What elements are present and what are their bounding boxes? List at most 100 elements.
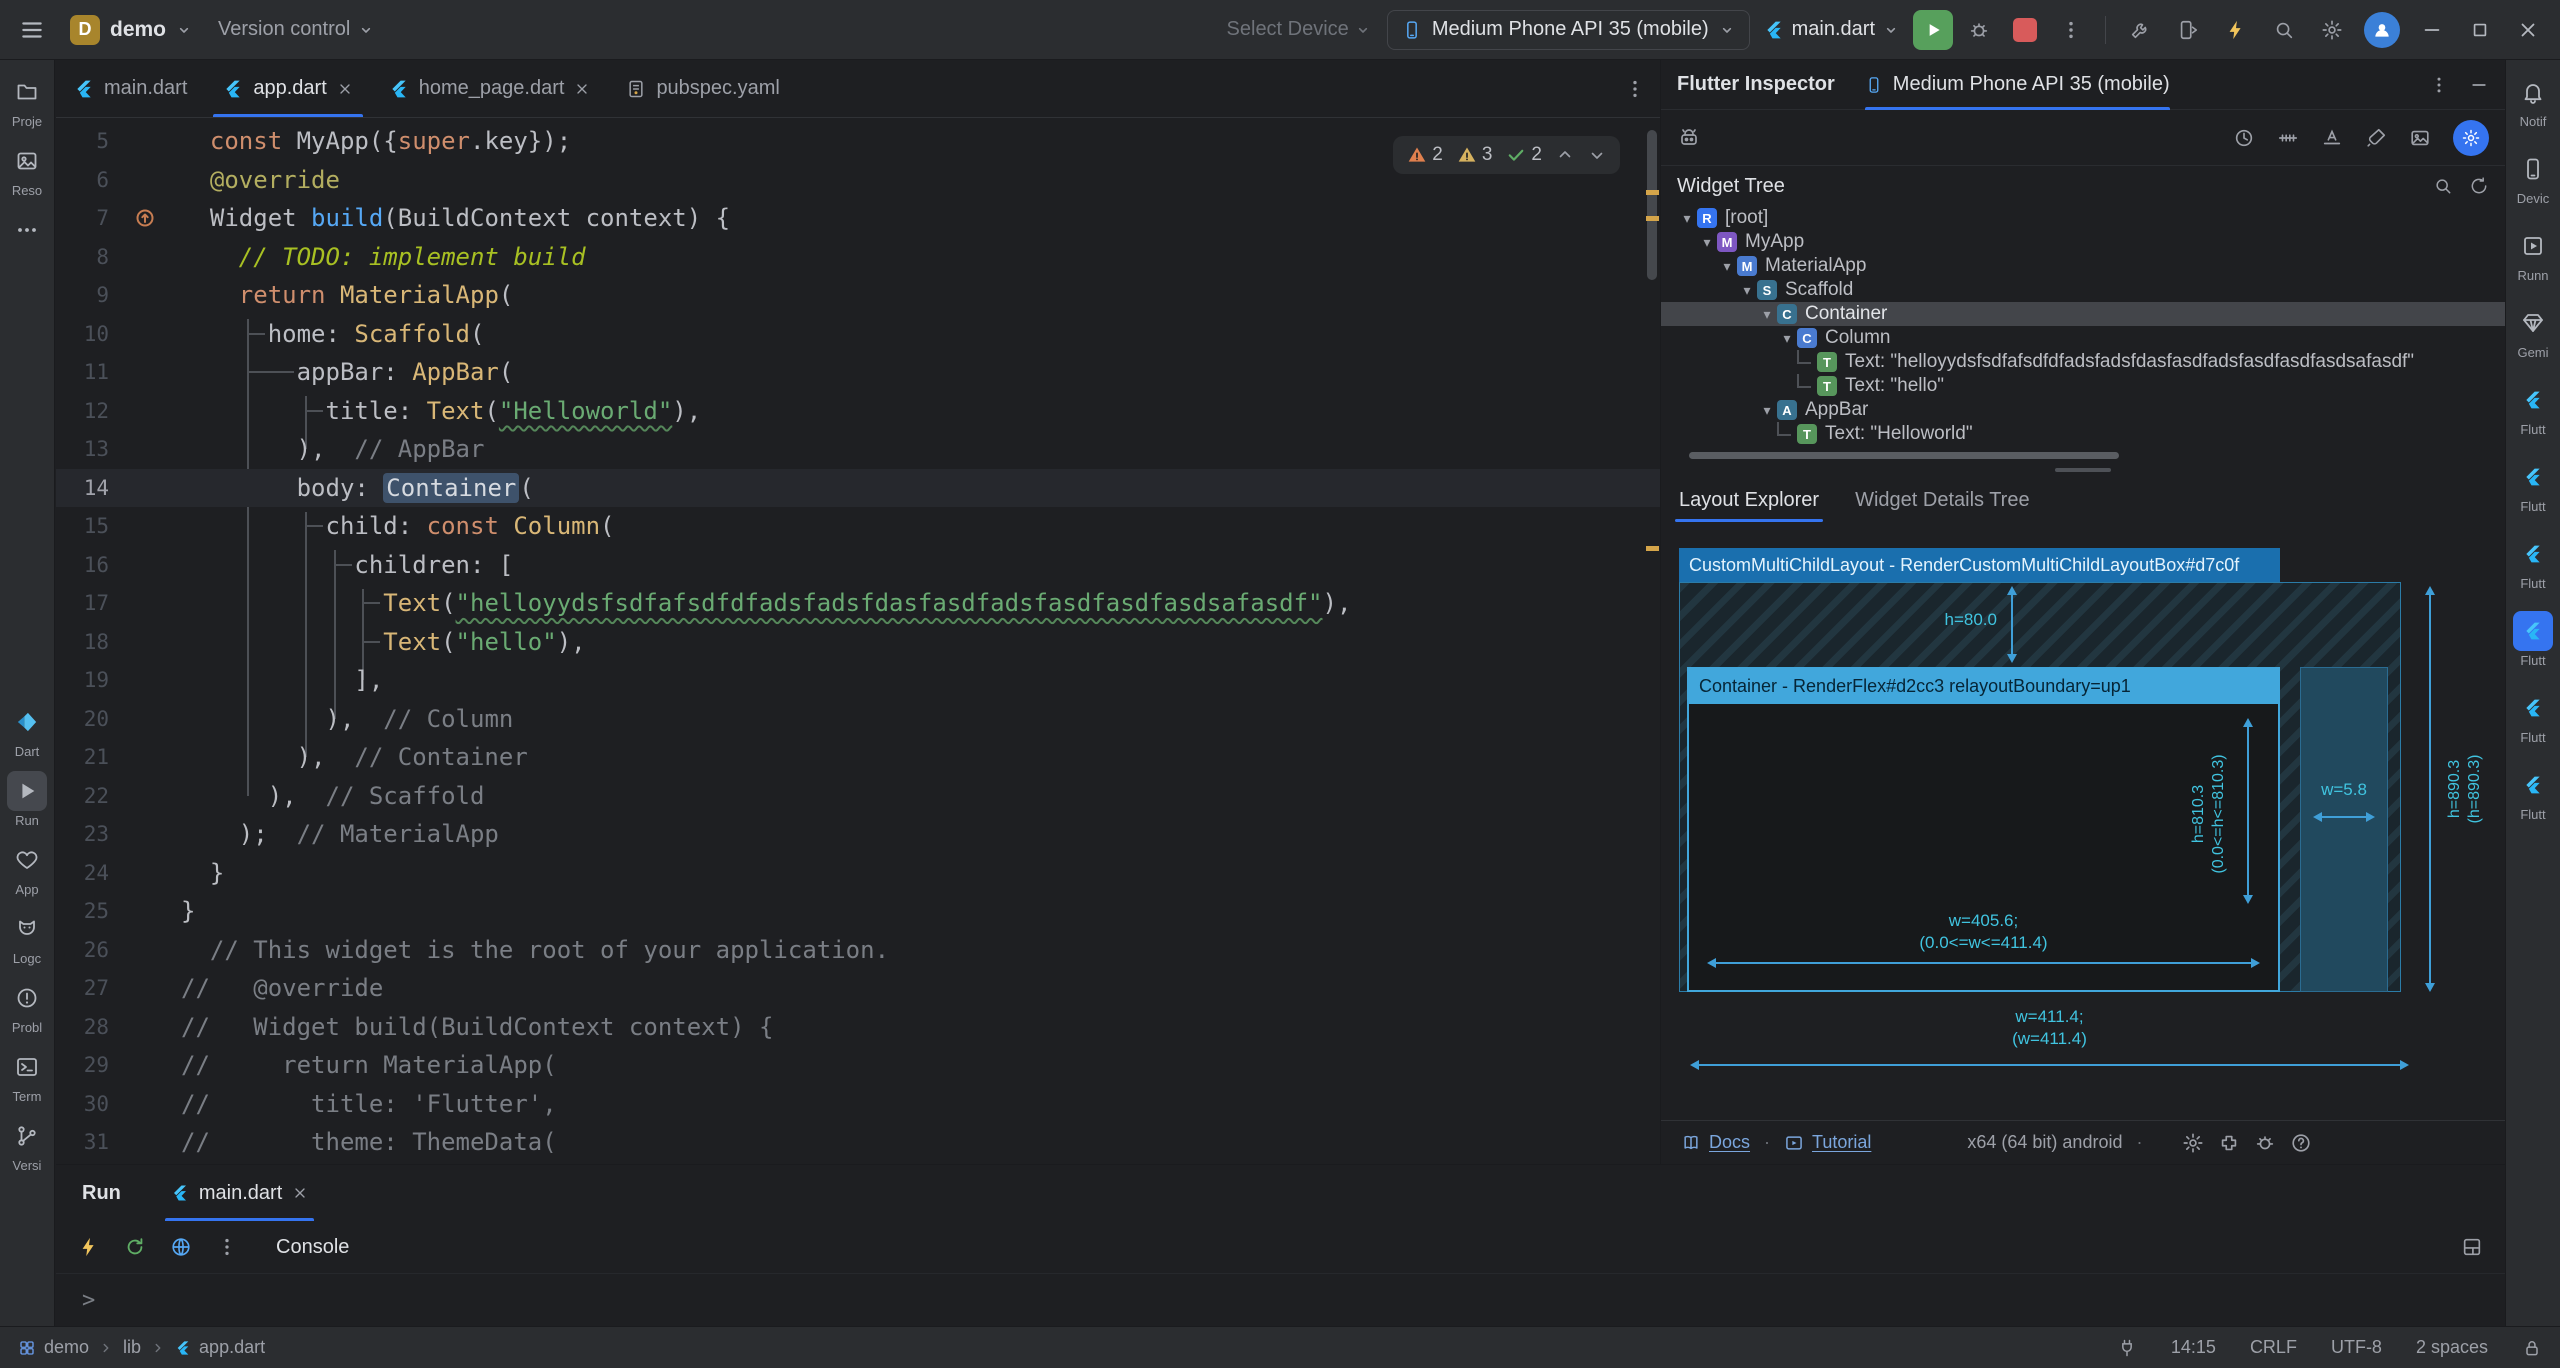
code-line[interactable]: 8 // TODO: implement build — [56, 238, 1660, 277]
code-line[interactable]: 9 return MaterialApp( — [56, 276, 1660, 315]
tool-window-Devic[interactable]: Devic — [2513, 149, 2553, 206]
select-widget-mode-icon[interactable] — [1677, 126, 1701, 150]
tool-window-Versi[interactable]: Versi — [7, 1116, 47, 1173]
project-selector[interactable]: D demo — [60, 11, 202, 49]
code-line[interactable]: 23 ); // MaterialApp — [56, 815, 1660, 854]
tool-window-App[interactable]: App — [7, 840, 47, 897]
code-line[interactable]: 16 children: [ — [56, 546, 1660, 585]
breadcrumb-file[interactable]: app.dart — [175, 1337, 265, 1358]
device-tab[interactable]: Medium Phone API 35 (mobile) — [1865, 60, 2170, 110]
maximize-button[interactable] — [2458, 0, 2502, 60]
tool-window-Gemi[interactable]: Gemi — [2513, 303, 2553, 360]
tool-window-Flutt[interactable]: Flutt — [2513, 380, 2553, 437]
editor-tab-main.dart[interactable]: main.dart — [56, 60, 205, 117]
device-streaming-icon[interactable] — [2118, 8, 2162, 52]
open-devtools-icon[interactable] — [170, 1236, 192, 1258]
power-plug-icon[interactable] — [2117, 1338, 2137, 1358]
close-button[interactable] — [2506, 0, 2550, 60]
code-line[interactable]: 20 ), // Column — [56, 700, 1660, 739]
layout-outer-title[interactable]: CustomMultiChildLayout - RenderCustomMul… — [1679, 548, 2280, 582]
console-options-icon[interactable] — [216, 1236, 238, 1258]
tree-node-MaterialApp[interactable]: ▾MMaterialApp — [1661, 254, 2505, 278]
code-line[interactable]: 13 ), // AppBar — [56, 430, 1660, 469]
settings-gear-icon[interactable] — [2310, 8, 2354, 52]
code-line[interactable]: 12 title: Text("Helloworld"), — [56, 392, 1660, 431]
tree-node-AppBar[interactable]: ▾AAppBar — [1661, 398, 2505, 422]
tab-layout-explorer[interactable]: Layout Explorer — [1679, 489, 1819, 522]
chevron-down-icon[interactable]: ▾ — [1677, 210, 1697, 227]
chevron-down-icon[interactable]: ▾ — [1757, 306, 1777, 323]
console-label[interactable]: Console — [276, 1236, 349, 1259]
code-line[interactable]: 10 home: Scaffold( — [56, 315, 1660, 354]
tree-refresh-icon[interactable] — [2469, 176, 2489, 196]
editor-tab-app.dart[interactable]: app.dart — [205, 60, 370, 117]
user-avatar[interactable] — [2364, 12, 2400, 48]
code-line[interactable]: 18 Text("hello"), — [56, 623, 1660, 662]
warning-stripe-mark[interactable] — [1646, 216, 1659, 221]
stop-button[interactable] — [2005, 10, 2045, 50]
docs-link[interactable]: Docs — [1681, 1132, 1750, 1153]
tool-window-Reso[interactable]: Reso — [7, 141, 47, 198]
code-line[interactable]: 11 appBar: AppBar( — [56, 353, 1660, 392]
main-menu-icon[interactable] — [10, 8, 54, 52]
chevron-down-icon[interactable]: ▾ — [1777, 330, 1797, 347]
hide-panel-icon[interactable] — [2469, 75, 2489, 95]
more-run-actions-icon[interactable] — [2049, 8, 2093, 52]
close-tab-icon[interactable] — [574, 81, 590, 97]
code-line[interactable]: 27// @override — [56, 969, 1660, 1008]
tree-node-MyApp[interactable]: ▾MMyApp — [1661, 230, 2505, 254]
highlight-repaints-icon[interactable] — [2365, 127, 2387, 149]
chevron-down-icon[interactable]: ▾ — [1737, 282, 1757, 299]
extensions-icon[interactable] — [2218, 1132, 2240, 1154]
code-line[interactable]: 28// Widget build(BuildContext context) … — [56, 1008, 1660, 1047]
editor-scrollbar[interactable] — [1647, 130, 1657, 280]
code-line[interactable]: 26 // This widget is the root of your ap… — [56, 931, 1660, 970]
inspector-settings-icon[interactable] — [2453, 120, 2489, 156]
tool-window-Dart[interactable]: Dart — [7, 702, 47, 759]
breadcrumb-dir[interactable]: lib — [123, 1337, 141, 1358]
tool-window-Run[interactable]: Run — [7, 771, 47, 828]
inspections-widget[interactable]: 2 3 2 — [1393, 136, 1620, 174]
devtools-settings-icon[interactable] — [2182, 1132, 2204, 1154]
tree-node-Text[interactable]: TText: "Helloworld" — [1661, 422, 2505, 446]
file-encoding[interactable]: UTF-8 — [2331, 1337, 2382, 1358]
version-control-menu[interactable]: Version control — [208, 14, 384, 45]
indent-setting[interactable]: 2 spaces — [2416, 1337, 2488, 1358]
tab-options-icon[interactable] — [1610, 60, 1660, 117]
lock-icon[interactable] — [2522, 1338, 2542, 1358]
caret-position[interactable]: 14:15 — [2171, 1337, 2216, 1358]
tool-window-more[interactable] — [7, 210, 47, 250]
tool-window-Flutt[interactable]: Flutt — [2513, 534, 2553, 591]
minimize-button[interactable] — [2410, 0, 2454, 60]
device-selector[interactable]: Medium Phone API 35 (mobile) — [1387, 10, 1750, 50]
code-line[interactable]: 29// return MaterialApp( — [56, 1046, 1660, 1085]
help-icon[interactable] — [2290, 1132, 2312, 1154]
code-line[interactable]: 7 Widget build(BuildContext context) { — [56, 199, 1660, 238]
tree-search-icon[interactable] — [2433, 176, 2453, 196]
code-line[interactable]: 19 ], — [56, 661, 1660, 700]
line-separator[interactable]: CRLF — [2250, 1337, 2297, 1358]
tool-window-Flutt[interactable]: Flutt — [2513, 688, 2553, 745]
breadcrumb-project[interactable]: demo — [18, 1337, 89, 1358]
slow-animations-icon[interactable] — [2233, 127, 2255, 149]
panel-options-icon[interactable] — [2429, 75, 2449, 95]
tool-window-Flutt[interactable]: Flutt — [2513, 457, 2553, 514]
code-line[interactable]: 15 child: const Column( — [56, 507, 1660, 546]
show-guidelines-icon[interactable] — [2277, 127, 2299, 149]
layout-settings-icon[interactable] — [2461, 1236, 2483, 1258]
tree-node-Column[interactable]: ▾CColumn — [1661, 326, 2505, 350]
code-line[interactable]: 21 ), // Container — [56, 738, 1660, 777]
code-line[interactable]: 31// theme: ThemeData( — [56, 1123, 1660, 1162]
code-line[interactable]: 14 body: Container( — [56, 469, 1660, 508]
chevron-down-icon[interactable]: ▾ — [1697, 234, 1717, 251]
tutorial-link[interactable]: Tutorial — [1784, 1132, 1871, 1153]
warning-stripe-mark[interactable] — [1646, 546, 1659, 551]
tool-window-Flutt[interactable]: Flutt — [2513, 765, 2553, 822]
tool-window-Term[interactable]: Term — [7, 1047, 47, 1104]
console-prompt[interactable]: > — [56, 1273, 2505, 1326]
prev-issue-icon[interactable] — [1556, 146, 1574, 164]
code-line[interactable]: 25} — [56, 892, 1660, 931]
hot-reload-icon[interactable] — [78, 1236, 100, 1258]
search-everywhere-icon[interactable] — [2262, 8, 2306, 52]
close-tab-icon[interactable] — [337, 81, 353, 97]
